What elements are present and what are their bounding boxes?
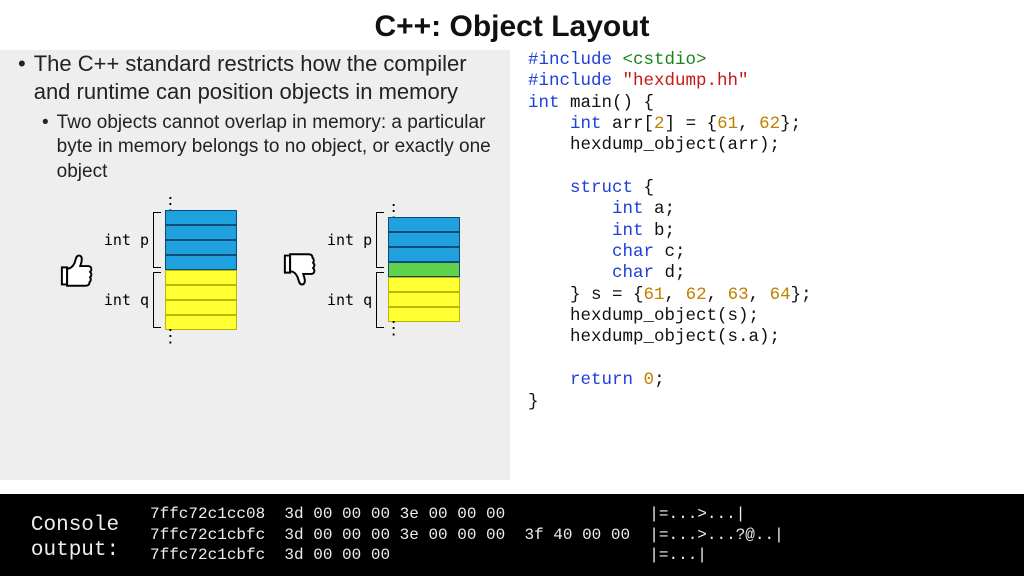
diagram-invalid: ⋮ int p int q ⋮ <box>277 198 460 342</box>
bullet-2: • Two objects cannot overlap in memory: … <box>42 111 496 184</box>
label-int-p-2: int p <box>327 231 372 249</box>
console-lines: 7ffc72c1cc08 3d 00 00 00 3e 00 00 00 |=.… <box>150 504 1024 566</box>
code-block: #include <cstdio> #include "hexdump.hh" … <box>528 50 1016 413</box>
diagram-row: ⋮ int p int q ⋮ <box>18 198 496 342</box>
thumbs-down-icon <box>277 249 319 291</box>
console-label: Console output: <box>0 507 150 563</box>
bullet-2-text: Two objects cannot overlap in memory: a … <box>57 111 496 184</box>
bullet-1-text: The C++ standard restricts how the compi… <box>34 50 496 105</box>
label-int-q: int q <box>104 291 149 309</box>
thumbs-up-icon <box>54 249 96 291</box>
diagram-valid: ⋮ int p int q ⋮ <box>54 198 237 342</box>
left-panel: • The C++ standard restricts how the com… <box>0 50 510 480</box>
console-output: Console output: 7ffc72c1cc08 3d 00 00 00… <box>0 494 1024 576</box>
slide-title: C++: Object Layout <box>0 0 1024 50</box>
label-int-q-2: int q <box>327 291 372 309</box>
bullet-1: • The C++ standard restricts how the com… <box>18 50 496 105</box>
label-int-p: int p <box>104 231 149 249</box>
right-panel: #include <cstdio> #include "hexdump.hh" … <box>510 50 1024 480</box>
main-area: • The C++ standard restricts how the com… <box>0 50 1024 480</box>
